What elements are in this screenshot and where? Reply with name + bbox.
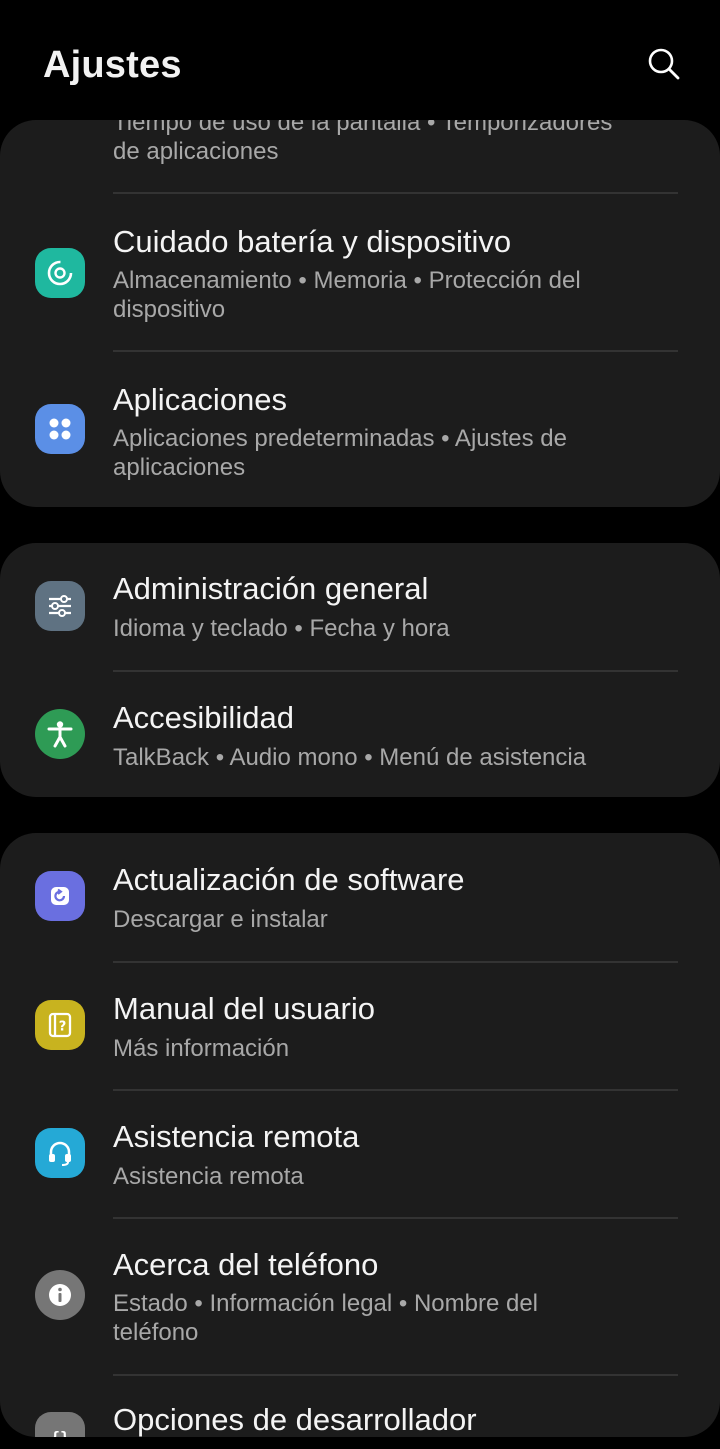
item-title: Acerca del teléfono xyxy=(113,1247,379,1282)
item-title: Aplicaciones xyxy=(113,382,288,417)
sliders-icon xyxy=(35,581,85,631)
manual-icon: ? xyxy=(35,1000,85,1050)
developer-options-icon: {} xyxy=(35,1412,85,1437)
item-subtitle: TalkBack • Audio mono • Menú de asistenc… xyxy=(113,744,587,771)
item-subtitle: Aplicaciones predeterminadas • Ajustes d… xyxy=(113,425,567,452)
settings-item-about-phone[interactable]: Acerca del teléfono Estado • Información… xyxy=(0,1219,720,1374)
item-title: Manual del usuario xyxy=(113,991,375,1026)
settings-item-battery-device-care[interactable]: Cuidado batería y dispositivo Almacenami… xyxy=(0,194,720,350)
settings-card-1: Tiempo de uso de la pantalla • Temporiza… xyxy=(0,120,720,507)
item-subtitle-line2: de aplicaciones xyxy=(113,138,279,165)
item-subtitle: Descargar e instalar xyxy=(113,906,328,933)
item-subtitle-line2: teléfono xyxy=(113,1319,199,1346)
settings-item-user-manual[interactable]: ? Manual del usuario Más información xyxy=(0,963,720,1089)
svg-text:{}: {} xyxy=(50,1428,69,1437)
item-title: Opciones de desarrollador xyxy=(113,1402,477,1437)
item-subtitle: Asistencia remota xyxy=(113,1163,304,1190)
settings-item-accessibility[interactable]: Accesibilidad TalkBack • Audio mono • Me… xyxy=(0,672,720,797)
battery-care-icon xyxy=(35,248,85,298)
item-subtitle-line2: aplicaciones xyxy=(113,454,246,481)
software-update-icon xyxy=(35,871,85,921)
app-header: Ajustes xyxy=(0,0,720,120)
item-subtitle: Idioma y teclado • Fecha y hora xyxy=(113,615,450,642)
item-title: Asistencia remota xyxy=(113,1119,360,1154)
item-subtitle: Más información xyxy=(113,1035,290,1062)
item-subtitle-line2: dispositivo xyxy=(113,296,226,323)
settings-card-3: Actualización de software Descargar e in… xyxy=(0,833,720,1437)
settings-item-software-update[interactable]: Actualización de software Descargar e in… xyxy=(0,833,720,961)
settings-item-apps[interactable]: Aplicaciones Aplicaciones predeterminada… xyxy=(0,352,720,507)
info-icon xyxy=(35,1270,85,1320)
settings-item-developer-options[interactable]: {} Opciones de desarrollador xyxy=(0,1376,720,1437)
settings-item-digital-wellbeing[interactable]: Tiempo de uso de la pantalla • Temporiza… xyxy=(0,120,720,192)
item-title: Cuidado batería y dispositivo xyxy=(113,224,512,259)
item-title: Administración general xyxy=(113,571,429,606)
apps-icon xyxy=(35,404,85,454)
accessibility-icon xyxy=(35,709,85,759)
page-title: Ajustes xyxy=(43,44,182,86)
item-subtitle: Estado • Información legal • Nombre del xyxy=(113,1290,539,1317)
svg-text:?: ? xyxy=(59,1020,67,1035)
settings-item-general-management[interactable]: Administración general Idioma y teclado … xyxy=(0,543,720,670)
search-icon[interactable] xyxy=(646,46,682,82)
item-title: Accesibilidad xyxy=(113,700,294,735)
settings-card-2: Administración general Idioma y teclado … xyxy=(0,543,720,797)
settings-item-remote-support[interactable]: Asistencia remota Asistencia remota xyxy=(0,1091,720,1217)
item-subtitle: Tiempo de uso de la pantalla • Temporiza… xyxy=(113,120,613,136)
item-subtitle: Almacenamiento • Memoria • Protección de… xyxy=(113,267,581,294)
item-title: Actualización de software xyxy=(113,862,465,897)
headset-icon xyxy=(35,1128,85,1178)
